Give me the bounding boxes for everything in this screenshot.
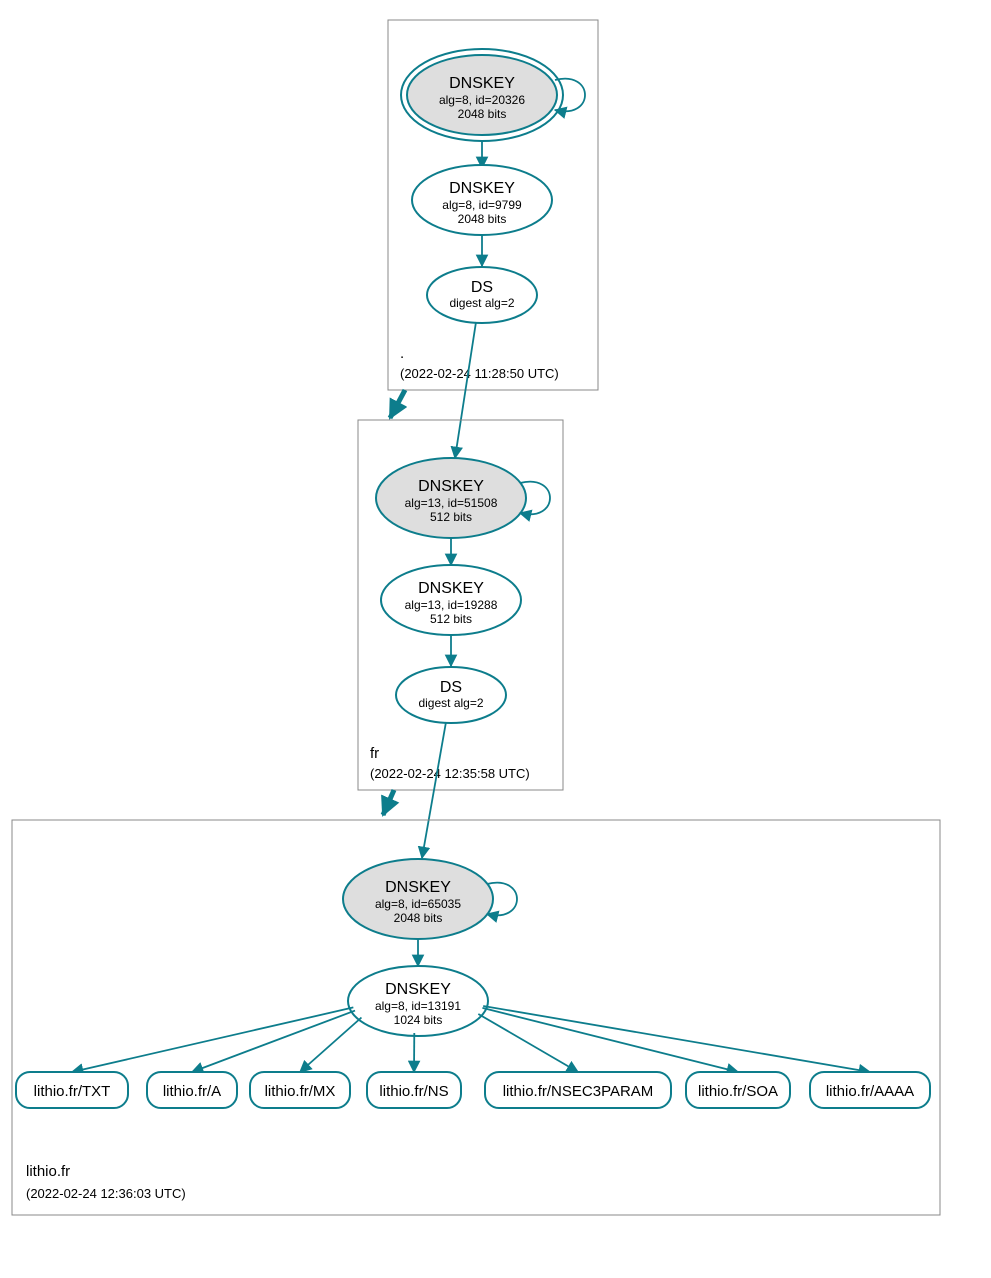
rrset-label: lithio.fr/NS (379, 1083, 448, 1100)
edge-zone-fr-lithio (383, 790, 394, 815)
zone-label-fr: fr (370, 745, 379, 762)
rrset-label: lithio.fr/MX (265, 1083, 336, 1100)
svg-text:DNSKEY: DNSKEY (385, 981, 451, 998)
svg-text:512 bits: 512 bits (430, 612, 472, 626)
svg-text:alg=8, id=13191: alg=8, id=13191 (375, 999, 461, 1013)
ds-root: DS digest alg=2 (427, 267, 537, 323)
self-loop-root (555, 79, 585, 112)
rrset-label: lithio.fr/SOA (698, 1083, 778, 1100)
svg-text:2048 bits: 2048 bits (458, 107, 507, 121)
zone-timestamp-root: (2022-02-24 11:28:50 UTC) (400, 366, 559, 381)
svg-text:512 bits: 512 bits (430, 510, 472, 524)
svg-text:digest alg=2: digest alg=2 (449, 296, 514, 310)
zone-label-root: . (400, 345, 404, 362)
svg-text:digest alg=2: digest alg=2 (418, 696, 483, 710)
svg-text:alg=8, id=9799: alg=8, id=9799 (442, 198, 522, 212)
svg-text:DNSKEY: DNSKEY (418, 580, 484, 597)
zone-timestamp-lithio: (2022-02-24 12:36:03 UTC) (26, 1186, 186, 1201)
edge-zsk-rrset (478, 1014, 578, 1072)
edge-zsk-rrset (483, 1006, 870, 1072)
zsk-lithio: DNSKEY alg=8, id=13191 1024 bits (348, 966, 488, 1036)
svg-text:DNSKEY: DNSKEY (449, 75, 515, 92)
zone-label-lithio: lithio.fr (26, 1163, 70, 1180)
zone-timestamp-fr: (2022-02-24 12:35:58 UTC) (370, 766, 530, 781)
rrset-label: lithio.fr/AAAA (826, 1083, 914, 1100)
edge-zsk-rrset (300, 1017, 361, 1072)
svg-text:DS: DS (440, 679, 462, 696)
svg-text:2048 bits: 2048 bits (394, 911, 443, 925)
svg-text:DNSKEY: DNSKEY (449, 180, 515, 197)
svg-text:2048 bits: 2048 bits (458, 212, 507, 226)
svg-text:alg=8, id=20326: alg=8, id=20326 (439, 93, 525, 107)
edge-zsk-rrset (192, 1011, 355, 1072)
svg-text:alg=13, id=51508: alg=13, id=51508 (405, 496, 498, 510)
rrset-label: lithio.fr/NSEC3PARAM (503, 1083, 654, 1100)
svg-text:alg=13, id=19288: alg=13, id=19288 (405, 598, 498, 612)
edge-zsk-rrset (482, 1008, 738, 1072)
dnssec-graph: DNSKEY alg=8, id=20326 2048 bits DNSKEY … (0, 0, 991, 1278)
ksk-lithio: DNSKEY alg=8, id=65035 2048 bits (343, 859, 493, 939)
ksk-root: DNSKEY alg=8, id=20326 2048 bits (401, 49, 563, 141)
zsk-root: DNSKEY alg=8, id=9799 2048 bits (412, 165, 552, 235)
ds-fr: DS digest alg=2 (396, 667, 506, 723)
svg-text:alg=8, id=65035: alg=8, id=65035 (375, 897, 461, 911)
svg-text:DNSKEY: DNSKEY (385, 879, 451, 896)
svg-text:DS: DS (471, 279, 493, 296)
svg-text:DNSKEY: DNSKEY (418, 478, 484, 495)
ksk-fr: DNSKEY alg=13, id=51508 512 bits (376, 458, 526, 538)
rrset-label: lithio.fr/A (163, 1083, 221, 1100)
svg-text:1024 bits: 1024 bits (394, 1013, 443, 1027)
zsk-fr: DNSKEY alg=13, id=19288 512 bits (381, 565, 521, 635)
edge-zone-root-fr (390, 390, 405, 418)
rrset-label: lithio.fr/TXT (34, 1083, 111, 1100)
